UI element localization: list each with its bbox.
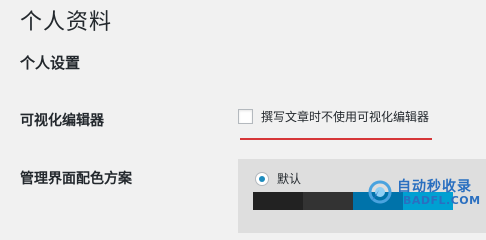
color-scheme-option-label[interactable]: 默认: [277, 170, 301, 187]
palette-swatch-1: [253, 192, 303, 210]
highlight-underline: [240, 138, 432, 140]
color-scheme-radio[interactable]: [255, 171, 269, 186]
visual-editor-checkbox[interactable]: [238, 109, 253, 124]
radio-selected-dot: [259, 175, 265, 182]
color-scheme-radio-option[interactable]: 默认: [255, 170, 301, 187]
visual-editor-option[interactable]: 撰写文章时不使用可视化编辑器: [238, 108, 429, 125]
page-title: 个人资料: [20, 10, 113, 35]
color-scheme-label: 管理界面配色方案: [20, 171, 132, 187]
section-title: 个人设置: [20, 54, 81, 72]
watermark-logo-icon: [368, 180, 392, 204]
palette-swatch-2: [303, 192, 353, 210]
watermark-logo: 自动秒收录 BADFL.COM: [365, 174, 485, 214]
visual-editor-label: 可视化编辑器: [20, 113, 104, 129]
watermark-en-text: BADFL.COM: [403, 194, 481, 207]
visual-editor-checkbox-label[interactable]: 撰写文章时不使用可视化编辑器: [261, 108, 429, 125]
watermark-cn-text: 自动秒收录: [397, 179, 472, 195]
